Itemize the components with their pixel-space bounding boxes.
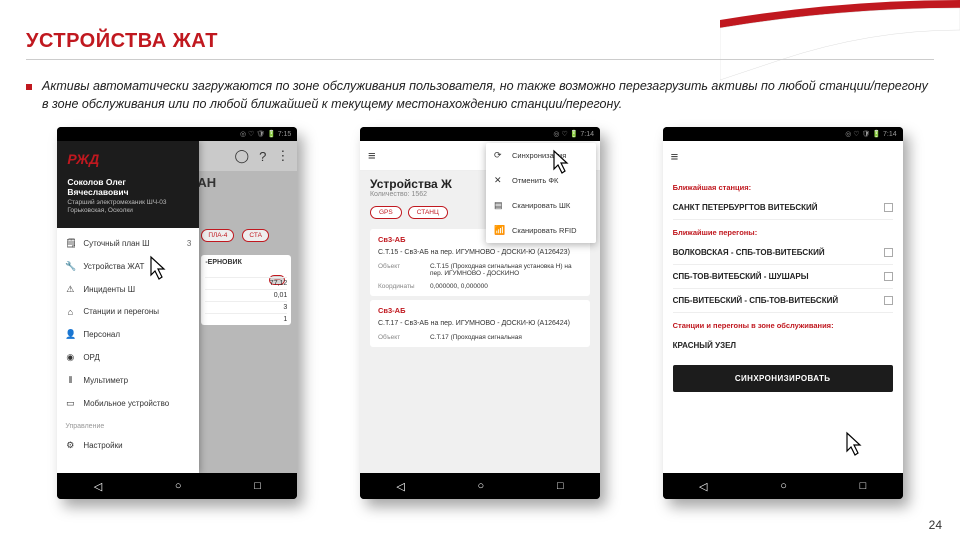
checkbox[interactable] <box>884 203 893 212</box>
page-title: УСТРОЙСТВА ЖАТ <box>26 30 934 53</box>
user-role: Старший электромеханик ШЧ-03 Горьковская… <box>67 199 189 216</box>
app-toolbar: ≡ <box>663 141 903 171</box>
station-item[interactable]: ВОЛКОВСКАЯ - СПБ-ТОВ-ВИТЕБСКИЙ <box>673 241 893 265</box>
menu-icon: ▭ <box>65 398 75 409</box>
header-divider <box>26 59 934 60</box>
menu-icon: ◉ <box>65 352 75 363</box>
drawer-item-label: Персонал <box>83 330 120 339</box>
station-item[interactable]: СПБ-ВИТЕБСКИЙ - СПБ-ТОВ-ВИТЕБСКИЙ <box>673 289 893 313</box>
section-label: Ближайшая станция: <box>673 183 893 192</box>
page-number: 24 <box>929 518 942 532</box>
drawer-item[interactable]: ⚠ Инциденты Ш <box>57 278 199 301</box>
nav-drawer: РЖД Соколов Олег Вячеславович Старший эл… <box>57 141 199 473</box>
drawer-item[interactable]: ◉ ОРД <box>57 346 199 369</box>
asset-card[interactable]: Св3-АБ С.Т.17 - Св3-АБ на пер. ИГУМНОВО … <box>370 300 590 347</box>
station-item[interactable]: САНКТ ПЕТЕРБУРГТОВ ВИТЕБСКИЙ <box>673 196 893 220</box>
overflow-menu: ⟳Синхронизация✕Отменить ФК▤Сканировать Ш… <box>486 143 596 243</box>
drawer-item-label: Суточный план Ш <box>83 239 149 248</box>
status-bar: ◎ ♡ 🛡 🔋 7:14 <box>663 127 903 141</box>
station-item[interactable]: КРАСНЫЙ УЗЕЛ <box>673 334 893 357</box>
user-name: Соколов Олег Вячеславович <box>67 177 189 197</box>
drawer-item-label: Инциденты Ш <box>83 285 135 294</box>
phone-mockup-sync-menu: ◎ ♡ 🔋 7:14 ≡ Устройства Ж Количество: 15… <box>360 127 600 499</box>
menu-item[interactable]: ▤Сканировать ШК <box>486 193 596 218</box>
checkbox[interactable] <box>884 248 893 257</box>
drawer-item-label: Устройства ЖАТ <box>83 262 144 271</box>
hamburger-icon[interactable]: ≡ <box>368 148 376 163</box>
sync-button[interactable]: СИНХРОНИЗИРОВАТЬ <box>673 365 893 392</box>
section-label: Станции и перегоны в зоне обслуживания: <box>673 321 893 330</box>
menu-icon: ⚠ <box>65 284 75 295</box>
filter-chip-gps[interactable]: GPS <box>370 206 402 219</box>
menu-icon: 🗒 <box>65 238 75 249</box>
filter-chip-station[interactable]: СТАНЦ <box>408 206 448 219</box>
phone-mockup-drawer: ◎ ♡ 🛡 🔋 7:15 ◯?⋮ АН ПЛА-4 СТА -ЕРНОВИК —… <box>57 127 297 499</box>
status-bar: ◎ ♡ 🔋 7:14 <box>360 127 600 141</box>
drawer-item[interactable]: ▭ Мобильное устройство <box>57 392 199 415</box>
android-navbar: ◁○□ <box>360 473 600 499</box>
android-navbar: ◁○□ <box>663 473 903 499</box>
screen-title-fragment: АН <box>197 175 216 190</box>
cursor-icon <box>841 431 867 461</box>
menu-icon: ▤ <box>494 200 504 211</box>
filter-chip[interactable]: ПЛА-4 <box>201 229 234 242</box>
drawer-item-settings[interactable]: ⚙ Настройки <box>57 434 199 457</box>
menu-icon: 📶 <box>494 225 504 236</box>
phone-mockup-station-select: ◎ ♡ 🛡 🔋 7:14 ≡ Ближайшая станция: САНКТ … <box>663 127 903 499</box>
page-description: Активы автоматически загружаются по зоне… <box>42 78 934 113</box>
drawer-item-label: Настройки <box>83 441 122 450</box>
checkbox[interactable] <box>884 296 893 305</box>
menu-icon: 👤 <box>65 329 75 340</box>
gear-icon: ⚙ <box>65 440 75 451</box>
drawer-item-label: Станции и перегоны <box>83 307 159 316</box>
station-item[interactable]: СПБ-ТОВ-ВИТЕБСКИЙ - ШУШАРЫ <box>673 265 893 289</box>
drawer-item[interactable]: ⦀ Мультиметр <box>57 369 199 392</box>
brand-logo: РЖД <box>67 151 189 167</box>
menu-icon: ⦀ <box>65 375 75 386</box>
drawer-item[interactable]: 🔧 Устройства ЖАТ <box>57 255 199 278</box>
menu-icon: ✕ <box>494 175 504 186</box>
menu-icon: ⟳ <box>494 150 504 161</box>
status-bar: ◎ ♡ 🛡 🔋 7:15 <box>57 127 297 141</box>
drawer-item-label: ОРД <box>83 353 99 362</box>
bullet-icon <box>26 84 32 90</box>
drawer-item[interactable]: 👤 Персонал <box>57 323 199 346</box>
menu-icon: ⌂ <box>65 307 75 317</box>
section-label: Ближайшие перегоны: <box>673 228 893 237</box>
filter-chip[interactable]: СТА <box>242 229 269 242</box>
drawer-item-label: Мультиметр <box>83 376 128 385</box>
drawer-item-label: Мобильное устройство <box>83 399 169 408</box>
drawer-section-label: Управление <box>57 419 199 434</box>
android-navbar: ◁○□ <box>57 473 297 499</box>
menu-icon: 🔧 <box>65 261 75 272</box>
checkbox[interactable] <box>884 272 893 281</box>
drawer-item[interactable]: 🗒Суточный план Ш3 <box>57 232 199 255</box>
menu-item[interactable]: ⟳Синхронизация <box>486 143 596 168</box>
task-card: -ЕРНОВИК — 77,12 0,01 3 1 <box>201 255 291 325</box>
hamburger-icon[interactable]: ≡ <box>671 149 679 164</box>
drawer-item[interactable]: ⌂ Станции и перегоны <box>57 301 199 323</box>
menu-item[interactable]: 📶Сканировать RFID <box>486 218 596 243</box>
menu-item[interactable]: ✕Отменить ФК <box>486 168 596 193</box>
